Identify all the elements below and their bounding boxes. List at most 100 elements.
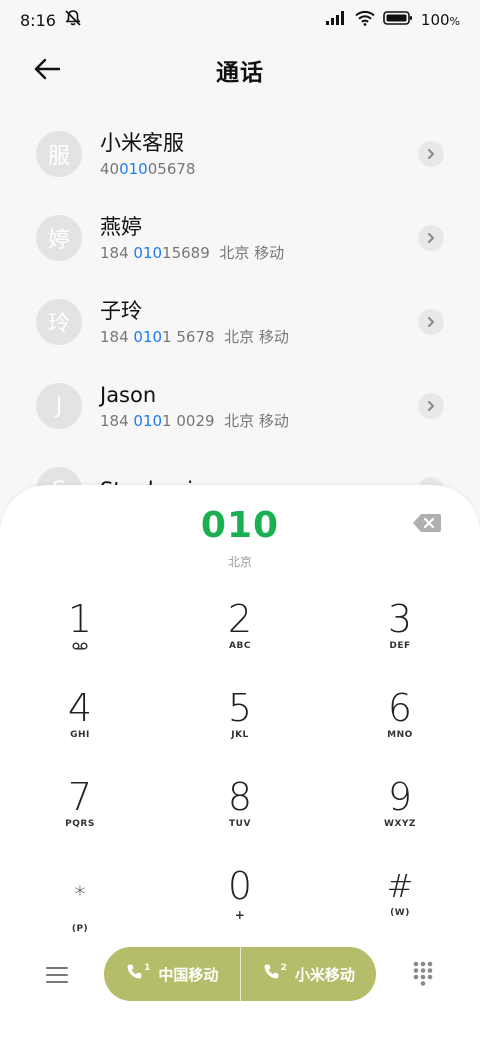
avatar: 服 xyxy=(36,131,82,177)
avatar: 婷 xyxy=(36,215,82,261)
backspace-button[interactable] xyxy=(412,511,442,535)
contact-row[interactable]: 玲 子玲 184 0101 5678 北京 移动 xyxy=(0,280,480,364)
key-digit: 0 xyxy=(227,864,253,908)
battery-icon xyxy=(383,10,413,30)
key-digit: 9 xyxy=(387,775,413,819)
back-button[interactable] xyxy=(30,54,64,88)
contact-info: 燕婷 184 01015689 北京 移动 xyxy=(100,213,284,263)
sim1-index: 1 xyxy=(144,963,151,973)
key-digit: # xyxy=(386,867,414,905)
number-suffix: 15689 xyxy=(162,244,210,262)
backspace-icon xyxy=(413,514,441,532)
chevron-right-icon xyxy=(428,317,434,327)
key-2[interactable]: 2 ABC xyxy=(160,593,320,682)
key-letters: TUV xyxy=(229,819,251,829)
header: 通话 xyxy=(0,46,480,94)
keypad-icon xyxy=(413,961,433,986)
keypad-toggle-button[interactable] xyxy=(412,961,434,987)
number-suffix: 05678 xyxy=(147,160,196,178)
contact-detail-button[interactable] xyxy=(418,141,444,167)
contact-list: 服 小米客服 4001005678 婷 燕婷 184 01015689 北京 移… xyxy=(0,112,480,532)
menu-button[interactable] xyxy=(44,963,70,987)
wifi-icon xyxy=(355,10,375,30)
key-0[interactable]: 0 + xyxy=(160,860,320,949)
number-location: 北京 移动 xyxy=(219,244,285,262)
key-letters: (W) xyxy=(390,908,410,918)
keypad: 1 2 ABC 3 DEF 4 GHI 5 JKL 6 MNO 7 PQRS 8… xyxy=(0,593,480,949)
number-prefix: 184 xyxy=(100,328,134,346)
contact-name: 小米客服 xyxy=(100,131,184,155)
key-letters: (P) xyxy=(71,924,89,934)
key-digit: 5 xyxy=(227,686,253,730)
key-letters: PQRS xyxy=(65,819,95,829)
key-9[interactable]: 9 WXYZ xyxy=(320,771,480,860)
key-letters xyxy=(72,641,88,653)
key-4[interactable]: 4 GHI xyxy=(0,682,160,771)
status-right: 100% xyxy=(325,10,460,30)
contact-name: 子玲 xyxy=(100,299,142,323)
chevron-right-icon xyxy=(428,233,434,243)
status-bar: 8:16 100% xyxy=(0,0,480,40)
battery-percent: 100% xyxy=(420,11,460,29)
key-digit: 7 xyxy=(67,775,93,819)
call-sim2-button[interactable]: 2 小米移动 xyxy=(241,947,377,1001)
dialed-number[interactable]: 010 xyxy=(0,505,480,546)
key-star[interactable]: * (P) xyxy=(0,860,160,949)
key-6[interactable]: 6 MNO xyxy=(320,682,480,771)
number-prefix: 184 xyxy=(100,244,134,262)
contact-info: Jason 184 0101 0029 北京 移动 xyxy=(100,381,289,431)
arrow-left-icon xyxy=(33,58,61,84)
key-letters: MNO xyxy=(387,730,413,740)
key-digit: 2 xyxy=(227,597,253,641)
dialer-panel: 010 北京 1 2 ABC 3 DEF 4 GHI 5 JKL 6 MNO 7… xyxy=(0,485,480,1040)
contact-number: 184 0101 5678 北京 移动 xyxy=(100,327,289,347)
avatar: J xyxy=(36,383,82,429)
call-sim2-label: 小米移动 xyxy=(294,965,355,984)
page-title: 通话 xyxy=(216,60,264,86)
key-8[interactable]: 8 TUV xyxy=(160,771,320,860)
key-5[interactable]: 5 JKL xyxy=(160,682,320,771)
avatar: 玲 xyxy=(36,299,82,345)
contact-number: 184 01015689 北京 移动 xyxy=(100,243,284,263)
number-suffix: 1 0029 xyxy=(162,412,215,430)
number-suffix: 1 5678 xyxy=(162,328,215,346)
key-digit: 3 xyxy=(387,597,413,641)
contact-row[interactable]: 婷 燕婷 184 01015689 北京 移动 xyxy=(0,196,480,280)
key-digit: 4 xyxy=(67,686,93,730)
call-button-group: 1 中国移动 2 小米移动 xyxy=(104,947,376,1001)
contact-row[interactable]: J Jason 184 0101 0029 北京 移动 xyxy=(0,364,480,448)
key-1[interactable]: 1 xyxy=(0,593,160,682)
contact-name: 燕婷 xyxy=(100,215,142,239)
call-sim1-label: 中国移动 xyxy=(158,965,219,984)
number-match: 010 xyxy=(133,412,163,430)
dialed-location: 北京 xyxy=(227,555,252,569)
number-location: 北京 移动 xyxy=(224,328,289,346)
status-time: 8:16 xyxy=(20,10,56,30)
number-match: 010 xyxy=(133,328,163,346)
key-hash[interactable]: # (W) xyxy=(320,860,480,949)
contact-info: 小米客服 4001005678 xyxy=(100,129,195,179)
contact-detail-button[interactable] xyxy=(418,393,444,419)
number-match: 010 xyxy=(119,160,148,178)
key-3[interactable]: 3 DEF xyxy=(320,593,480,682)
contact-detail-button[interactable] xyxy=(418,309,444,335)
chevron-right-icon xyxy=(428,401,434,411)
status-left: 8:16 xyxy=(20,9,82,31)
contact-detail-button[interactable] xyxy=(418,225,444,251)
key-letters: ABC xyxy=(229,641,251,651)
key-letters: DEF xyxy=(389,641,411,651)
call-sim1-button[interactable]: 1 中国移动 xyxy=(104,947,240,1001)
signal-icon xyxy=(325,10,347,30)
key-7[interactable]: 7 PQRS xyxy=(0,771,160,860)
key-digit: * xyxy=(74,883,86,908)
menu-icon xyxy=(46,981,68,983)
key-letters: GHI xyxy=(70,730,90,740)
phone-sim1-icon xyxy=(125,962,145,986)
number-prefix: 40 xyxy=(100,160,120,178)
contact-number: 4001005678 xyxy=(100,159,195,179)
number-location: 北京 移动 xyxy=(224,412,289,430)
key-digit: 1 xyxy=(67,597,93,641)
bell-off-icon xyxy=(64,9,82,31)
contact-info: 子玲 184 0101 5678 北京 移动 xyxy=(100,297,289,347)
contact-row[interactable]: 服 小米客服 4001005678 xyxy=(0,112,480,196)
